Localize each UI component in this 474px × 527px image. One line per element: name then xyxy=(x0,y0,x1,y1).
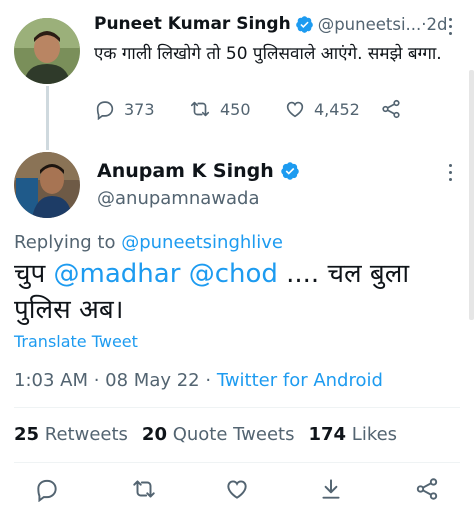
reply-icon xyxy=(94,98,116,120)
likes-count: 174 xyxy=(308,424,347,445)
mention-link[interactable]: @chod xyxy=(189,259,278,289)
parent-author-handle[interactable]: @puneetsi... xyxy=(318,15,422,34)
replying-to-line: Replying to @puneetsinghlive xyxy=(14,232,283,253)
tweet-date[interactable]: 08 May 22 xyxy=(105,370,199,391)
tweet-time[interactable]: 1:03 AM xyxy=(14,370,88,391)
tweet-text-space xyxy=(180,259,188,289)
translate-tweet-link[interactable]: Translate Tweet xyxy=(14,332,138,351)
more-vertical-icon[interactable] xyxy=(448,164,454,182)
retweets-label: Retweets xyxy=(39,424,128,445)
parent-tweet[interactable]: Puneet Kumar Singh @puneetsi... · 2d एक … xyxy=(0,0,474,145)
retweet-icon xyxy=(188,98,212,120)
parent-tweet-text: एक गाली लिखोगे तो 50 पुलिसवाले आएंगे. सम… xyxy=(94,44,442,64)
reply-icon xyxy=(34,476,60,502)
mention-link[interactable]: @madhar xyxy=(54,259,181,289)
engagement-stats: 25 Retweets 20 Quote Tweets 174 Likes xyxy=(14,424,397,445)
meta-separator: · xyxy=(199,370,217,391)
like-button[interactable] xyxy=(224,476,250,502)
thread-connector-line xyxy=(46,86,49,150)
retweets-stat[interactable]: 25 Retweets xyxy=(14,424,128,445)
share-button[interactable] xyxy=(414,476,440,502)
parent-reply-button[interactable]: 373 xyxy=(94,98,155,120)
parent-tweet-header: Puneet Kumar Singh @puneetsi... · 2d xyxy=(94,14,448,34)
verified-badge-icon xyxy=(280,161,300,181)
retweets-count: 25 xyxy=(14,424,40,445)
main-author-name[interactable]: Anupam K Singh xyxy=(97,160,274,182)
divider xyxy=(14,462,460,463)
meta-separator: · xyxy=(88,370,106,391)
tweet-source-link[interactable]: Twitter for Android xyxy=(217,370,383,391)
main-author-avatar[interactable] xyxy=(14,152,80,218)
likes-stat[interactable]: 174 Likes xyxy=(308,424,397,445)
parent-retweet-button[interactable]: 450 xyxy=(188,98,251,120)
replying-prefix: Replying to xyxy=(14,232,122,253)
parent-share-button[interactable] xyxy=(380,98,402,120)
heart-icon xyxy=(284,98,306,120)
quote-tweets-count: 20 xyxy=(141,424,167,445)
retweet-button[interactable] xyxy=(130,476,158,502)
parent-tweet-time[interactable]: 2d xyxy=(427,15,448,34)
parent-like-count: 4,452 xyxy=(314,99,360,119)
scrollbar[interactable] xyxy=(469,70,474,320)
parent-retweet-count: 450 xyxy=(220,99,251,119)
reply-button[interactable] xyxy=(34,476,60,502)
quote-tweets-stat[interactable]: 20 Quote Tweets xyxy=(142,424,295,445)
main-author-handle[interactable]: @anupamnawada xyxy=(97,188,259,209)
parent-author-name[interactable]: Puneet Kumar Singh xyxy=(94,14,291,34)
divider xyxy=(14,407,460,408)
parent-reply-count: 373 xyxy=(124,99,155,119)
retweet-icon xyxy=(130,476,158,502)
parent-tweet-actions: 373 450 4,452 xyxy=(94,98,454,126)
likes-label: Likes xyxy=(346,424,398,445)
main-tweet-text: चुप @madhar @chod .... चल बुला पुलिस अब। xyxy=(14,256,464,328)
download-icon xyxy=(318,476,344,502)
share-icon xyxy=(414,476,440,502)
download-button[interactable] xyxy=(318,476,344,502)
share-icon xyxy=(380,98,402,120)
replying-to-handle-link[interactable]: @puneetsinghlive xyxy=(121,232,283,253)
main-tweet-actions xyxy=(0,476,474,508)
parent-author-avatar[interactable] xyxy=(14,18,80,84)
heart-icon xyxy=(224,476,250,502)
quote-tweets-label: Quote Tweets xyxy=(166,424,295,445)
more-vertical-icon[interactable] xyxy=(448,18,454,36)
verified-badge-icon xyxy=(295,15,314,34)
tweet-text-part: चुप xyxy=(14,259,54,289)
tweet-metadata: 1:03 AM · 08 May 22 · Twitter for Androi… xyxy=(14,370,383,391)
parent-like-button[interactable]: 4,452 xyxy=(284,98,360,120)
main-author-name-row: Anupam K Singh xyxy=(97,160,304,182)
